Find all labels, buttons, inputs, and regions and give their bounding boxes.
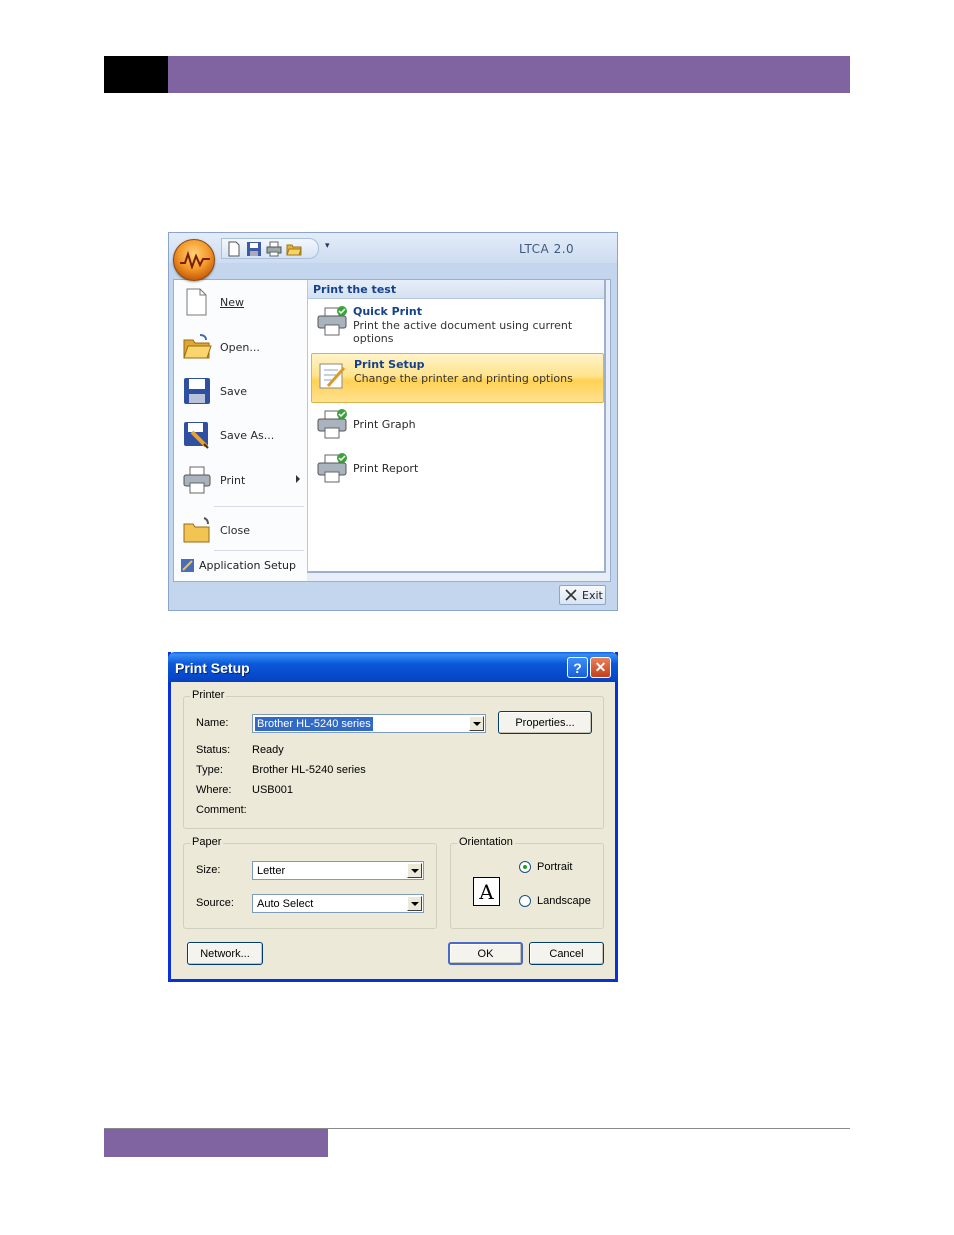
print-setup-icon bbox=[316, 360, 350, 394]
cancel-button[interactable]: Cancel bbox=[529, 942, 604, 965]
where-label: Where: bbox=[196, 784, 232, 796]
menu-item-close[interactable]: Close bbox=[182, 512, 306, 548]
network-button[interactable]: Network... bbox=[187, 942, 263, 965]
header-purple-bar bbox=[168, 56, 850, 93]
close-x-icon bbox=[565, 589, 577, 601]
settings-icon bbox=[181, 559, 194, 572]
print-setup-dialog: Print Setup ? ✕ Printer Name: Brother HL… bbox=[168, 652, 618, 982]
footer-purple-bar bbox=[104, 1129, 328, 1157]
status-label: Status: bbox=[196, 744, 231, 756]
printer-group-label: Printer bbox=[190, 689, 227, 701]
paper-group-label: Paper bbox=[190, 836, 224, 848]
exit-label: Exit bbox=[582, 588, 603, 602]
menu-label-open: Open... bbox=[220, 340, 260, 354]
menu-separator bbox=[214, 506, 304, 507]
size-label: Size: bbox=[196, 864, 221, 876]
printer-name-select[interactable]: Brother HL-5240 series bbox=[252, 714, 486, 733]
customize-toolbar-icon[interactable]: ▾ bbox=[325, 241, 330, 251]
close-folder-icon bbox=[182, 515, 212, 545]
save-disk-icon bbox=[182, 376, 212, 406]
waveform-logo-icon bbox=[180, 251, 210, 269]
print-report-title: Print Report bbox=[353, 462, 419, 475]
name-label: Name: bbox=[196, 717, 229, 729]
print-graph-title: Print Graph bbox=[353, 418, 416, 431]
landscape-label[interactable]: Landscape bbox=[537, 895, 591, 907]
print-report-icon bbox=[315, 452, 349, 486]
print-setup-desc: Change the printer and printing options bbox=[354, 372, 573, 385]
submenu-header: Print the test bbox=[308, 280, 604, 299]
application-menu: New Open... Save Save As... Print Close … bbox=[173, 279, 611, 582]
paper-group: Paper Size: Letter Source: Auto Select bbox=[183, 836, 437, 929]
new-doc-icon[interactable] bbox=[226, 241, 242, 257]
exit-button[interactable]: Exit bbox=[559, 585, 606, 605]
quick-print-icon bbox=[315, 305, 349, 339]
ok-button[interactable]: OK bbox=[448, 942, 523, 965]
dropdown-arrow-icon[interactable] bbox=[407, 896, 422, 911]
print-setup-title: Print Setup bbox=[354, 358, 425, 371]
paper-size-select[interactable]: Letter bbox=[252, 861, 424, 880]
where-value: USB001 bbox=[252, 784, 293, 796]
menu-item-save[interactable]: Save bbox=[182, 373, 306, 409]
submenu-arrow-icon bbox=[296, 475, 300, 483]
print-icon[interactable] bbox=[266, 241, 282, 257]
paper-source-select[interactable]: Auto Select bbox=[252, 894, 424, 913]
office-menu-screenshot: ▾ LTCA 2.0 New Open... Save Save As... P… bbox=[168, 232, 618, 611]
printer-group: Printer Name: Brother HL-5240 series Pro… bbox=[183, 689, 604, 829]
paper-size-value: Letter bbox=[257, 865, 286, 877]
orientation-group-label: Orientation bbox=[457, 836, 515, 848]
dialog-title-bar: Print Setup ? ✕ bbox=[168, 652, 618, 682]
office-button[interactable] bbox=[173, 239, 215, 281]
menu-item-open[interactable]: Open... bbox=[182, 329, 306, 365]
app-title: LTCA 2.0 bbox=[519, 242, 575, 256]
help-button[interactable]: ? bbox=[567, 657, 588, 678]
comment-label: Comment: bbox=[196, 804, 247, 816]
menu-label-new: New bbox=[220, 295, 244, 309]
portrait-radio[interactable] bbox=[519, 861, 531, 873]
portrait-page-icon: A bbox=[473, 877, 500, 906]
open-folder-icon bbox=[182, 332, 212, 362]
open-folder-icon[interactable] bbox=[286, 241, 302, 257]
submenu-item-print-report[interactable]: Print Report bbox=[311, 452, 604, 488]
print-graph-icon bbox=[315, 408, 349, 442]
menu-label-save: Save bbox=[220, 384, 248, 398]
type-label: Type: bbox=[196, 764, 223, 776]
landscape-radio[interactable] bbox=[519, 895, 531, 907]
portrait-label[interactable]: Portrait bbox=[537, 861, 572, 873]
new-document-icon bbox=[182, 287, 212, 317]
print-submenu: Print the test Quick Print Print the act… bbox=[307, 280, 606, 573]
menu-item-save-as[interactable]: Save As... bbox=[182, 417, 306, 453]
dialog-title: Print Setup bbox=[175, 660, 250, 676]
menu-label-save-as: Save As... bbox=[220, 428, 275, 442]
application-setup-link[interactable]: Application Setup bbox=[180, 558, 296, 573]
quick-access-toolbar bbox=[221, 238, 319, 259]
menu-left-pane: New Open... Save Save As... Print Close … bbox=[174, 280, 307, 581]
properties-button[interactable]: Properties... bbox=[498, 711, 592, 734]
quick-print-desc: Print the active document using current … bbox=[353, 319, 573, 345]
dropdown-arrow-icon[interactable] bbox=[407, 863, 422, 878]
quick-print-title: Quick Print bbox=[353, 305, 422, 318]
submenu-item-quick-print[interactable]: Quick Print Print the active document us… bbox=[311, 305, 604, 351]
menu-label-print: Print bbox=[220, 473, 246, 487]
menu-label-close: Close bbox=[220, 523, 250, 537]
submenu-item-print-graph[interactable]: Print Graph bbox=[311, 408, 604, 444]
status-value: Ready bbox=[252, 744, 284, 756]
type-value: Brother HL-5240 series bbox=[252, 764, 366, 776]
application-setup-label: Application Setup bbox=[199, 559, 296, 572]
printer-name-value: Brother HL-5240 series bbox=[255, 717, 373, 731]
submenu-item-print-setup[interactable]: Print Setup Change the printer and print… bbox=[311, 353, 604, 403]
menu-separator bbox=[214, 550, 304, 551]
dropdown-arrow-icon[interactable] bbox=[469, 716, 484, 731]
close-button[interactable]: ✕ bbox=[590, 657, 611, 678]
header-black-block bbox=[104, 56, 168, 93]
paper-source-value: Auto Select bbox=[257, 898, 314, 910]
menu-item-print[interactable]: Print bbox=[182, 462, 306, 498]
source-label: Source: bbox=[196, 897, 234, 909]
save-as-icon bbox=[182, 420, 212, 450]
menu-item-new[interactable]: New bbox=[182, 284, 306, 320]
printer-icon bbox=[182, 465, 212, 495]
save-icon[interactable] bbox=[246, 241, 262, 257]
